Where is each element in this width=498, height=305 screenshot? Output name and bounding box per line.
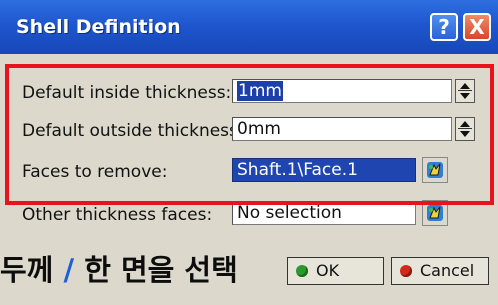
close-button[interactable]: X	[463, 13, 491, 41]
title-bar: Shell Definition ? X	[0, 0, 498, 54]
cancel-label: Cancel	[420, 261, 475, 280]
ok-button[interactable]: OK	[287, 257, 384, 285]
highlight-frame	[5, 64, 494, 205]
caption-slash: /	[63, 253, 75, 287]
cancel-button[interactable]: Cancel	[391, 257, 489, 285]
cancel-icon	[400, 265, 412, 277]
dialog-title: Shell Definition	[16, 16, 181, 38]
help-button[interactable]: ?	[430, 13, 458, 41]
other-thickness-faces-label: Other thickness faces:	[22, 205, 213, 225]
shell-definition-dialog: Shell Definition ? X Default inside thic…	[0, 0, 498, 305]
caption-overlay: 두께 / 한 면을 선택	[0, 247, 280, 293]
ok-icon	[296, 265, 308, 277]
ok-label: OK	[316, 261, 340, 280]
selection-icon	[427, 205, 443, 221]
caption-right: 한 면을 선택	[84, 253, 238, 287]
caption-left: 두께	[0, 253, 54, 287]
